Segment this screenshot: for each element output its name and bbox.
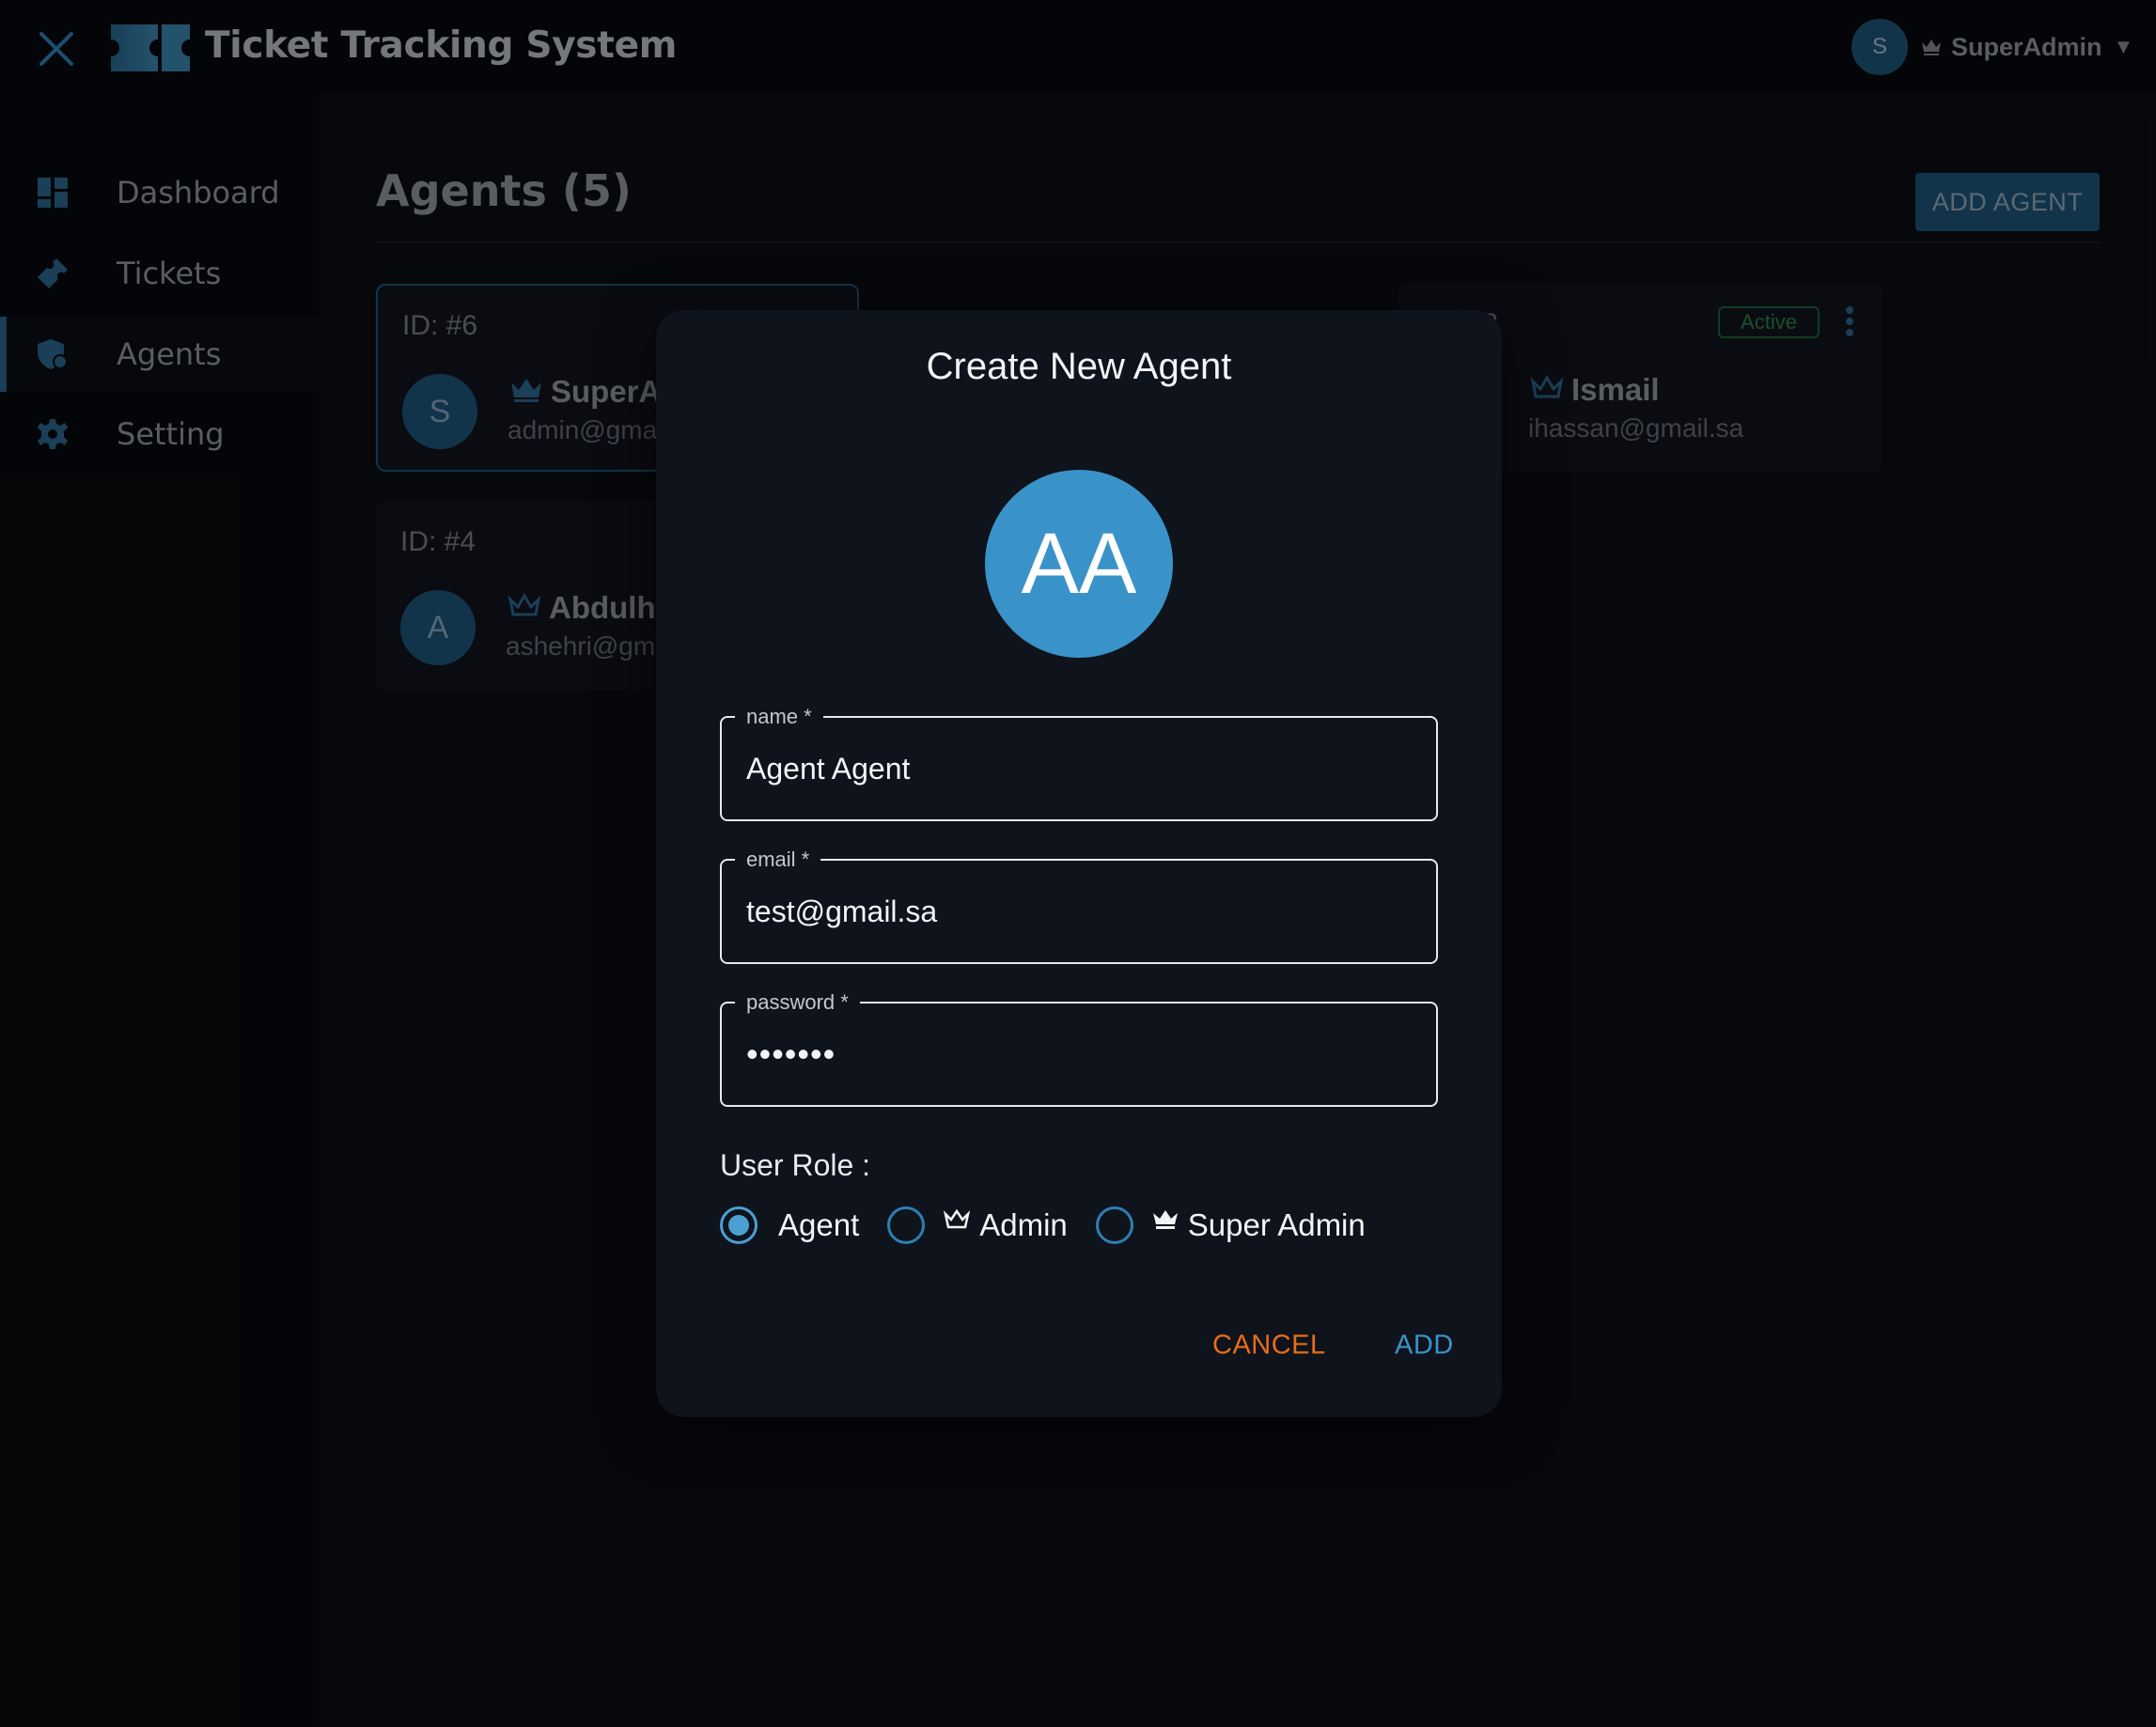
add-button[interactable]: ADD <box>1395 1330 1454 1361</box>
radio-super-admin[interactable] <box>1095 1206 1133 1244</box>
create-agent-dialog: Create New Agent AA name * email * passw… <box>656 310 1502 1417</box>
name-input[interactable] <box>722 718 1436 819</box>
radio-admin[interactable] <box>887 1206 926 1244</box>
crown-outline-icon <box>944 1208 971 1229</box>
radio-label-agent[interactable]: Agent <box>778 1207 859 1243</box>
user-role-radio-group: Agent Admin Super Admin <box>720 1203 1366 1248</box>
radio-label-admin[interactable]: Admin <box>979 1207 1068 1243</box>
cancel-button[interactable]: CANCEL <box>1212 1330 1326 1361</box>
user-role-label: User Role : <box>720 1148 871 1182</box>
email-field[interactable]: email * <box>720 848 1438 964</box>
radio-label-super-admin[interactable]: Super Admin <box>1188 1207 1366 1243</box>
password-input[interactable] <box>722 1004 1436 1105</box>
radio-agent[interactable] <box>720 1206 758 1244</box>
name-field[interactable]: name * <box>720 705 1438 821</box>
radio-dot <box>728 1215 749 1236</box>
email-input[interactable] <box>722 861 1436 962</box>
crown-filled-icon <box>1152 1210 1178 1229</box>
app-root: Ticket Tracking System S SuperAdmin ▼ Da… <box>0 0 2156 1727</box>
avatar: AA <box>985 470 1173 658</box>
password-field[interactable]: password * <box>720 990 1438 1107</box>
dialog-title: Create New Agent <box>926 346 1232 387</box>
